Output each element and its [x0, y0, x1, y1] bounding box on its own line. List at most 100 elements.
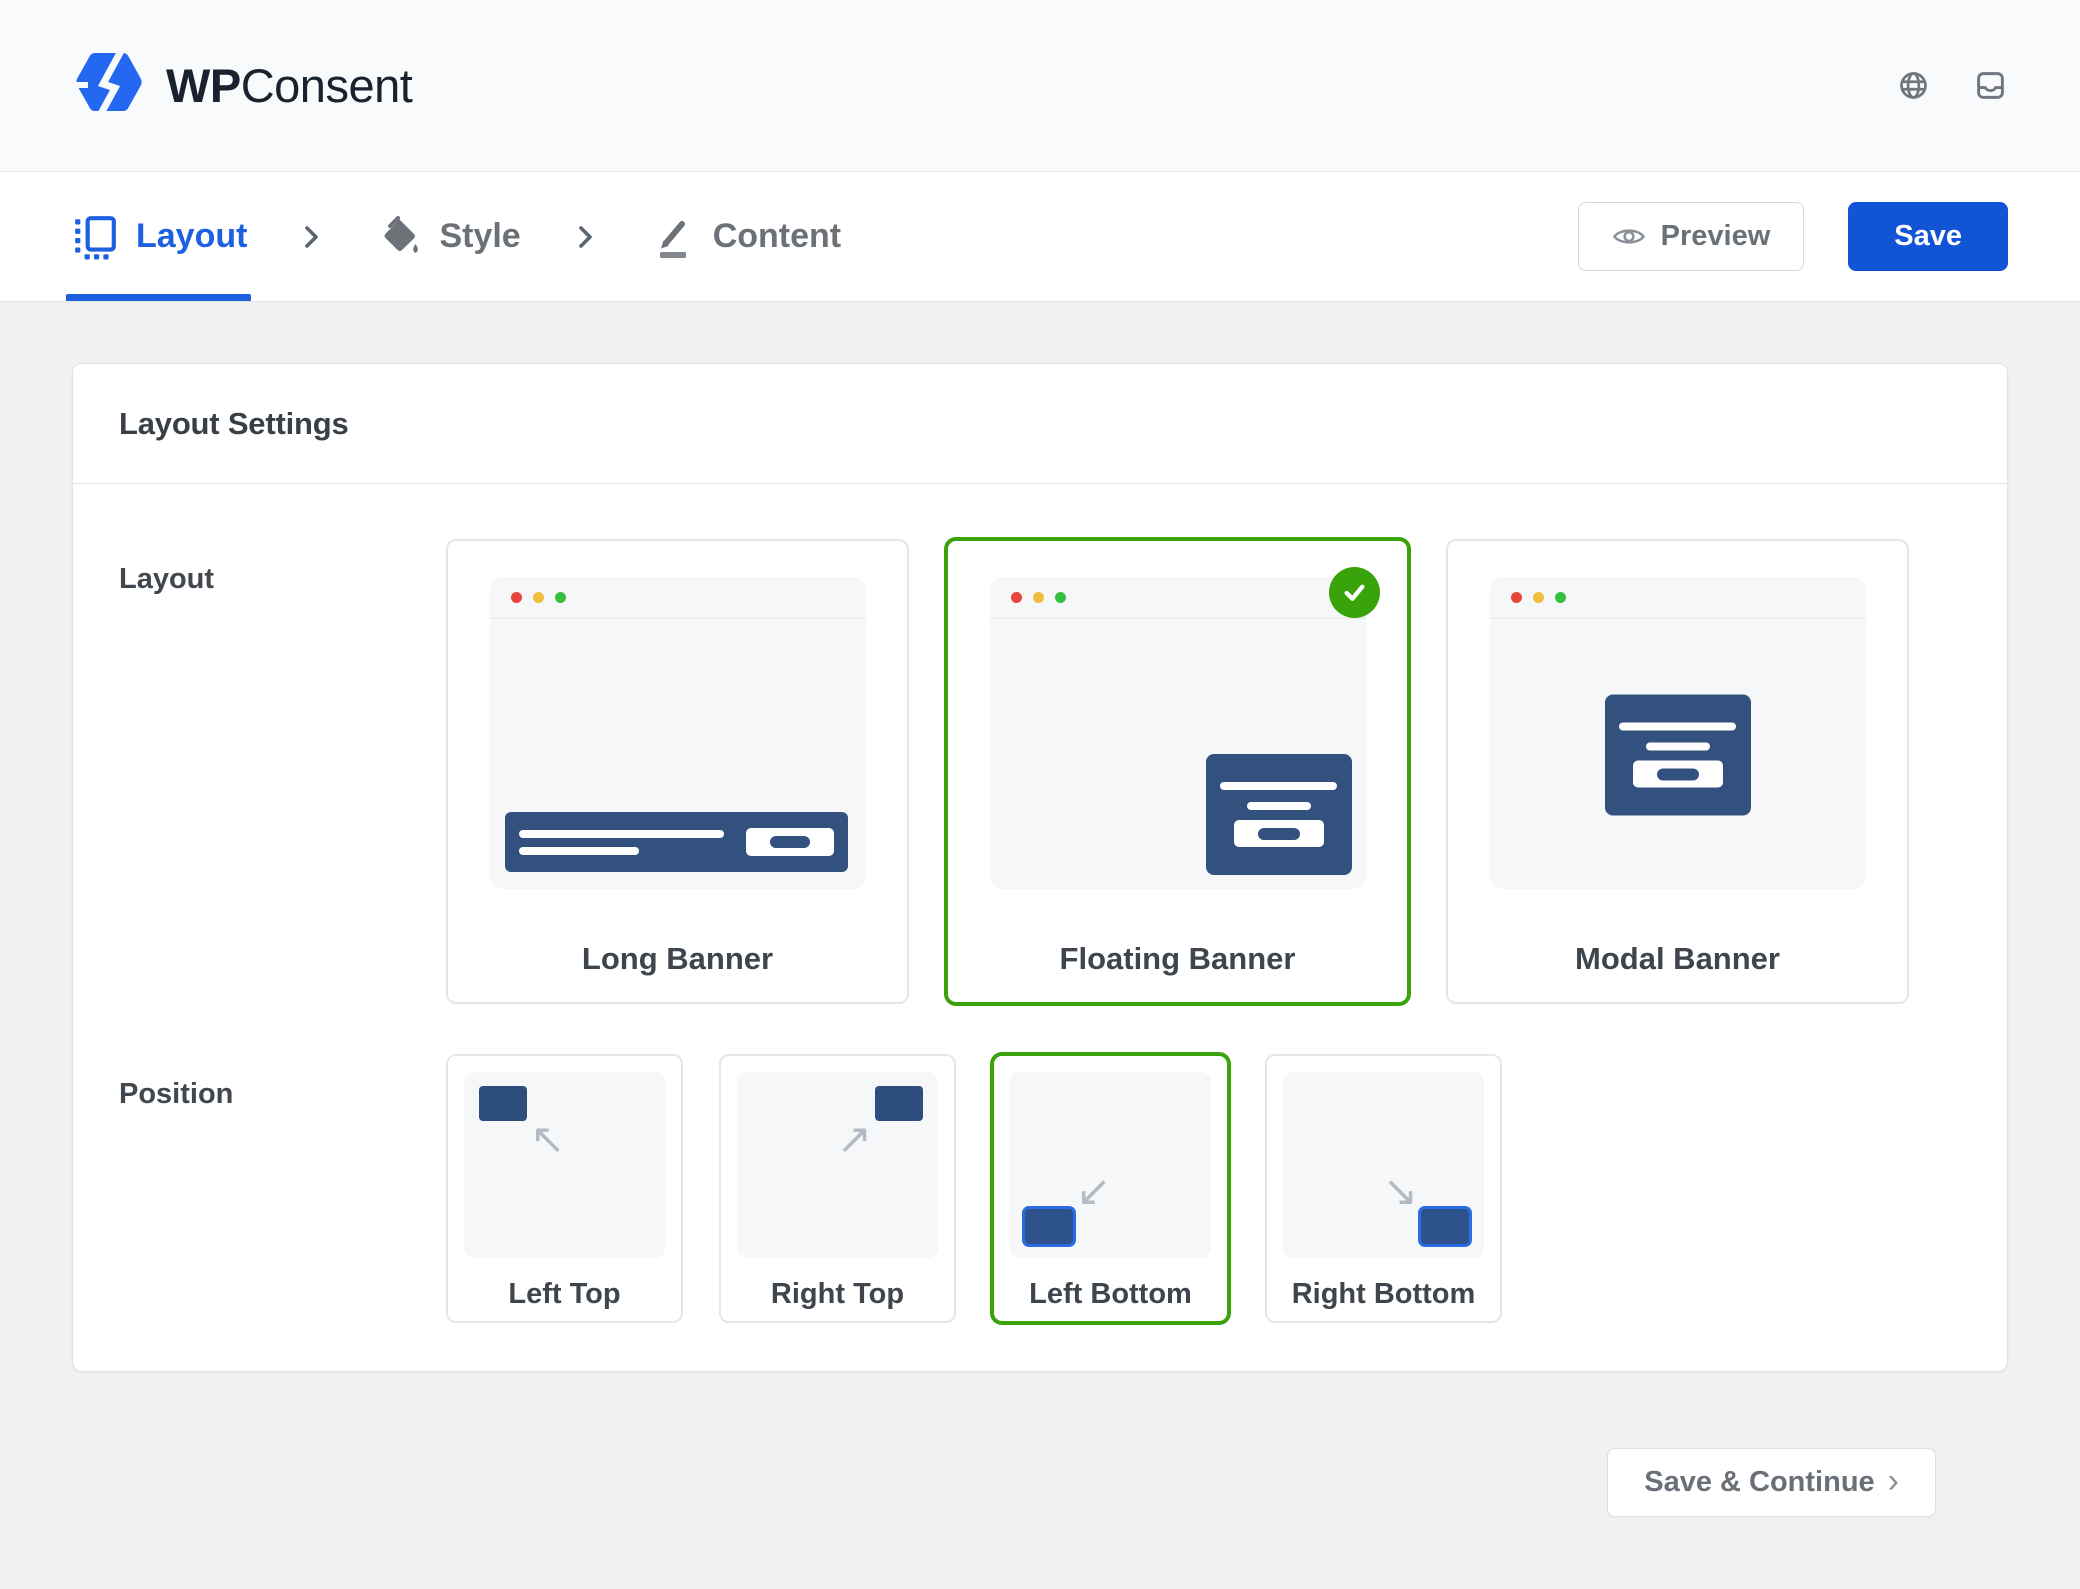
layout-row-label: Layout [119, 539, 446, 596]
window-dot-red [1011, 592, 1022, 603]
position-option-left-bottom[interactable]: ↙ Left Bottom [992, 1054, 1229, 1323]
browser-mockup-body [490, 621, 866, 889]
position-row-label: Position [119, 1054, 446, 1111]
brand-name-regular: Consent [241, 59, 413, 112]
wpconsent-logo-icon [74, 50, 144, 122]
position-option-left-top[interactable]: ↖ Left Top [446, 1054, 683, 1323]
layout-option-floating-banner[interactable]: Floating Banner [946, 539, 1409, 1004]
position-options: ↖ Left Top ↗ Right Top [446, 1054, 1961, 1323]
position-option-label: Right Top [771, 1278, 904, 1311]
chevron-right-icon [303, 222, 321, 252]
banner-button-label-pill [1258, 828, 1300, 840]
banner-text-line [1646, 743, 1710, 751]
arrow-down-left-icon: ↙ [1076, 1170, 1111, 1212]
tabbar-actions: Preview Save [1578, 202, 2008, 271]
position-mockup: ↘ [1283, 1072, 1484, 1258]
page-title: Layout Settings [119, 406, 349, 442]
layout-icon [72, 214, 118, 260]
brand-logo: WPConsent [74, 50, 412, 122]
pencil-icon [651, 214, 695, 260]
browser-mockup-titlebar [990, 577, 1366, 619]
window-dot-yellow [1533, 592, 1544, 603]
save-continue-button[interactable]: Save & Continue › [1607, 1448, 1936, 1517]
tabs: Layout Style [72, 172, 841, 301]
tab-content[interactable]: Content [651, 172, 841, 301]
browser-mockup-body [1490, 621, 1866, 889]
preview-button-label: Preview [1661, 220, 1771, 253]
banner-text-line [1220, 782, 1337, 790]
layout-options: Long Banner [446, 539, 1961, 1004]
banner-button-label-pill [1657, 768, 1699, 780]
layout-option-label: Long Banner [582, 941, 773, 977]
window-dot-green [555, 592, 566, 603]
save-button-label: Save [1894, 220, 1962, 253]
layout-settings-card: Layout Settings Layout [72, 363, 2008, 1372]
arrow-down-right-icon: ↘ [1383, 1170, 1418, 1212]
position-option-label: Left Top [508, 1278, 620, 1311]
window-dot-green [1055, 592, 1066, 603]
settings-tabbar: Layout Style [0, 172, 2080, 302]
modal-banner-preview [1605, 695, 1751, 816]
long-banner-preview [505, 812, 848, 872]
tab-layout-label: Layout [136, 217, 247, 256]
browser-mockup-titlebar [490, 577, 866, 619]
banner-button-label-pill [770, 836, 810, 848]
save-button[interactable]: Save [1848, 202, 2008, 271]
footer-actions: Save & Continue › [72, 1372, 2008, 1517]
layout-option-long-banner[interactable]: Long Banner [446, 539, 909, 1004]
inbox-icon[interactable] [1975, 70, 2006, 101]
window-dot-yellow [533, 592, 544, 603]
brand-name-bold: WP [166, 59, 241, 112]
card-header: Layout Settings [73, 364, 2007, 484]
layout-option-modal-banner[interactable]: Modal Banner [1446, 539, 1909, 1004]
position-option-right-top[interactable]: ↗ Right Top [719, 1054, 956, 1323]
globe-icon[interactable] [1898, 70, 1929, 101]
tab-style[interactable]: Style [377, 172, 520, 301]
arrow-up-left-icon: ↖ [530, 1118, 565, 1160]
brand-name: WPConsent [166, 58, 412, 113]
layout-option-label: Floating Banner [1060, 941, 1296, 977]
eye-icon [1612, 224, 1646, 249]
banner-text-lines [519, 830, 724, 855]
banner-text-line [519, 847, 639, 855]
browser-mockup [1490, 577, 1866, 889]
browser-mockup-titlebar [1490, 577, 1866, 619]
main-content: Layout Settings Layout [0, 302, 2080, 1517]
window-dot-red [511, 592, 522, 603]
browser-mockup-body [990, 621, 1366, 889]
browser-mockup [990, 577, 1366, 889]
browser-mockup [490, 577, 866, 889]
position-option-label: Left Bottom [1029, 1278, 1192, 1311]
position-mockup: ↗ [737, 1072, 938, 1258]
position-option-label: Right Bottom [1292, 1278, 1476, 1311]
tab-layout[interactable]: Layout [72, 172, 247, 301]
wpconsent-settings-page: WPConsent [0, 0, 2080, 1517]
floating-banner-preview [1206, 754, 1352, 875]
position-mockup: ↙ [1010, 1072, 1211, 1258]
save-continue-label: Save & Continue [1644, 1466, 1874, 1499]
banner-position-box [875, 1086, 923, 1121]
tab-content-label: Content [713, 217, 841, 256]
tab-style-label: Style [439, 217, 520, 256]
position-option-right-bottom[interactable]: ↘ Right Bottom [1265, 1054, 1502, 1323]
selected-check-icon [1329, 567, 1380, 618]
banner-text-line [1247, 802, 1311, 810]
arrow-up-right-icon: ↗ [837, 1118, 872, 1160]
paint-bucket-icon [377, 214, 421, 260]
position-mockup: ↖ [464, 1072, 665, 1258]
window-dot-red [1511, 592, 1522, 603]
banner-button [1633, 761, 1723, 788]
position-setting-row: Position ↖ Left Top ↗ [119, 1004, 1961, 1323]
banner-button [746, 828, 834, 856]
header-actions [1898, 70, 2006, 101]
banner-text-line [519, 830, 724, 838]
banner-position-box [1421, 1209, 1469, 1244]
preview-button[interactable]: Preview [1578, 202, 1805, 271]
app-header: WPConsent [0, 0, 2080, 172]
layout-setting-row: Layout [119, 484, 1961, 1004]
banner-button [1234, 820, 1324, 847]
window-dot-yellow [1033, 592, 1044, 603]
chevron-right-icon: › [1888, 1464, 1899, 1502]
chevron-right-icon [577, 222, 595, 252]
card-body: Layout [73, 484, 2007, 1371]
